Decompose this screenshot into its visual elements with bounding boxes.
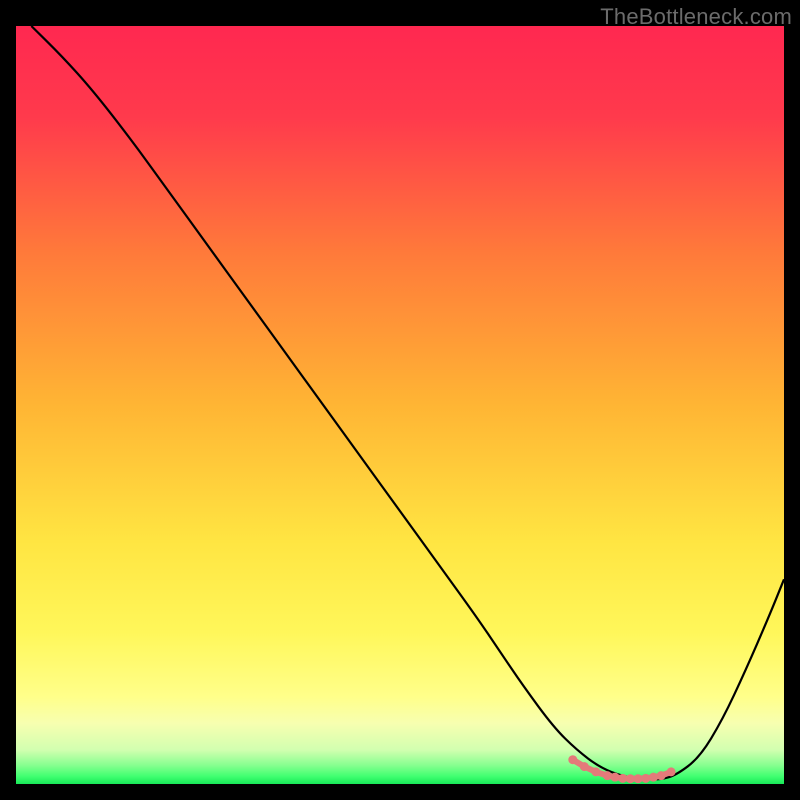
- bottleneck-chart: [0, 0, 800, 800]
- sweet-spot-marker: [667, 767, 676, 776]
- sweet-spot-marker: [568, 755, 577, 764]
- sweet-spot-marker: [618, 774, 627, 783]
- sweet-spot-marker: [649, 773, 658, 782]
- sweet-spot-marker: [580, 762, 589, 771]
- sweet-spot-marker: [657, 771, 666, 780]
- sweet-spot-marker: [611, 773, 620, 782]
- watermark-text: TheBottleneck.com: [600, 4, 792, 30]
- sweet-spot-marker: [603, 771, 612, 780]
- sweet-spot-marker: [626, 774, 635, 783]
- sweet-spot-marker: [591, 767, 600, 776]
- sweet-spot-marker: [641, 774, 650, 783]
- sweet-spot-marker: [634, 774, 643, 783]
